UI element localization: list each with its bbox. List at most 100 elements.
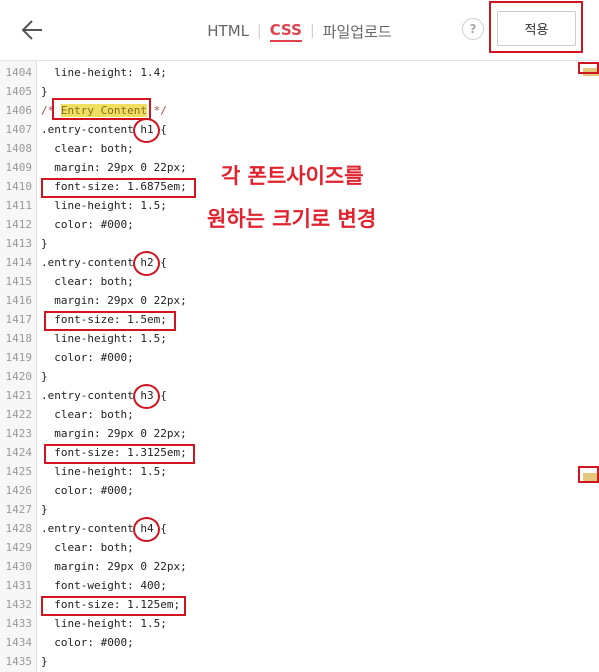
code-line: 1429 clear: both; — [0, 538, 575, 557]
annotation-note-line2: 원하는 크기로 변경 — [207, 207, 377, 231]
code-text: color: #000; — [41, 351, 134, 364]
css-code-editor[interactable]: 1404 line-height: 1.4; 1405} 1406/* Entry … — [0, 61, 599, 672]
code-text: line-height: 1.5; — [41, 199, 167, 212]
line-number: 1432 — [5, 598, 33, 611]
code-text: margin: 29px 0 22px; — [41, 161, 187, 174]
code-line: 1413} — [0, 234, 575, 253]
code-line: 1424 font-size: 1.3125em; — [0, 443, 575, 462]
line-number: 1418 — [5, 332, 33, 345]
code-text: clear: both; — [41, 142, 134, 155]
code-line: 1419 color: #000; — [0, 348, 575, 367]
scroll-marker-annotation-box — [578, 466, 599, 483]
code-text: font-size: 1.6875em; — [41, 180, 187, 193]
code-text: line-height: 1.4; — [41, 66, 167, 79]
line-number: 1416 — [5, 294, 33, 307]
line-number: 1423 — [5, 427, 33, 440]
code-text: margin: 29px 0 22px; — [41, 560, 187, 573]
code-line: 1430 margin: 29px 0 22px; — [0, 557, 575, 576]
code-line: 1421 .entry-content h3 { — [0, 386, 575, 405]
code-text: margin: 29px 0 22px; — [41, 427, 187, 440]
code-text: font-size: 1.5em; — [41, 313, 167, 326]
code-text: clear: both; — [41, 541, 134, 554]
code-text: } — [41, 655, 48, 668]
line-number: 1420 — [5, 370, 33, 383]
code-line: 1427} — [0, 500, 575, 519]
code-line: 1426 color: #000; — [0, 481, 575, 500]
tab-css[interactable]: CSS — [269, 21, 302, 42]
line-number: 1430 — [5, 560, 33, 573]
code-line: 1417 font-size: 1.5em; — [0, 310, 575, 329]
line-number: 1421 — [5, 389, 33, 402]
line-number: 1413 — [5, 237, 33, 250]
line-number: 1406 — [5, 104, 33, 117]
line-number: 1417 — [5, 313, 33, 326]
code-line: 1415 clear: both; — [0, 272, 575, 291]
code-text: .entry-content h4 { — [41, 522, 167, 535]
code-text: color: #000; — [41, 484, 134, 497]
code-line: 1416 margin: 29px 0 22px; — [0, 291, 575, 310]
line-number: 1415 — [5, 275, 33, 288]
code-text: line-height: 1.5; — [41, 465, 167, 478]
code-text: clear: both; — [41, 275, 134, 288]
code-line: 1423 margin: 29px 0 22px; — [0, 424, 575, 443]
code-text: font-size: 1.125em; — [41, 598, 181, 611]
line-number: 1414 — [5, 256, 33, 269]
line-number: 1426 — [5, 484, 33, 497]
code-line: 1422 clear: both; — [0, 405, 575, 424]
code-text: } — [41, 237, 48, 250]
code-text: clear: both; — [41, 408, 134, 421]
code-line: 1414 .entry-content h2 { — [0, 253, 575, 272]
code-line: 1408 clear: both; — [0, 139, 575, 158]
code-line: 1407 .entry-content h1 { — [0, 120, 575, 139]
line-number: 1435 — [5, 655, 33, 668]
line-number: 1410 — [5, 180, 33, 193]
code-line: 1432 font-size: 1.125em; — [0, 595, 575, 614]
code-line: 1428 .entry-content h4 { — [0, 519, 575, 538]
apply-annotation-box — [489, 1, 583, 53]
line-number: 1419 — [5, 351, 33, 364]
line-number: 1412 — [5, 218, 33, 231]
code-line: 1405} — [0, 82, 575, 101]
scroll-top-annotation-box — [578, 62, 599, 74]
code-text: color: #000; — [41, 636, 134, 649]
line-number: 1431 — [5, 579, 33, 592]
code-text: } — [41, 370, 48, 383]
code-text: } — [41, 85, 48, 98]
code-line: 1425 line-height: 1.5; — [0, 462, 575, 481]
code-text: font-size: 1.3125em; — [41, 446, 187, 459]
line-number: 1427 — [5, 503, 33, 516]
code-text: line-height: 1.5; — [41, 617, 167, 630]
tab-html[interactable]: HTML — [207, 22, 249, 40]
code-text: line-height: 1.5; — [41, 332, 167, 345]
code-line: 1433 line-height: 1.5; — [0, 614, 575, 633]
line-number: 1407 — [5, 123, 33, 136]
editor-header: HTML | CSS | 파일업로드 ? 적용 — [0, 0, 599, 61]
line-number: 1405 — [5, 85, 33, 98]
line-number: 1404 — [5, 66, 33, 79]
code-line: 1434 color: #000; — [0, 633, 575, 652]
code-line: 1418 line-height: 1.5; — [0, 329, 575, 348]
code-line: 1406 /* Entry Content */ — [0, 101, 575, 120]
tab-divider: | — [309, 23, 315, 39]
line-number: 1424 — [5, 446, 33, 459]
vertical-scrollbar[interactable] — [576, 61, 599, 672]
line-number: 1422 — [5, 408, 33, 421]
code-line: 1404 line-height: 1.4; — [0, 63, 575, 82]
code-text: font-weight: 400; — [41, 579, 167, 592]
line-number: 1411 — [5, 199, 33, 212]
code-line: 1435} — [0, 652, 575, 671]
line-number: 1434 — [5, 636, 33, 649]
code-text: margin: 29px 0 22px; — [41, 294, 187, 307]
line-number: 1429 — [5, 541, 33, 554]
line-number: 1425 — [5, 465, 33, 478]
line-number: 1428 — [5, 522, 33, 535]
tab-divider: | — [257, 23, 262, 39]
line-number: 1408 — [5, 142, 33, 155]
code-text: .entry-content h3 { — [41, 389, 167, 402]
code-text: .entry-content h2 { — [41, 256, 167, 269]
tab-file-upload[interactable]: 파일업로드 — [323, 21, 392, 42]
annotation-note-line1: 각 폰트사이즈를 — [221, 164, 364, 188]
code-text: .entry-content h1 { — [41, 123, 167, 136]
code-text: color: #000; — [41, 218, 134, 231]
help-button[interactable]: ? — [462, 18, 484, 40]
